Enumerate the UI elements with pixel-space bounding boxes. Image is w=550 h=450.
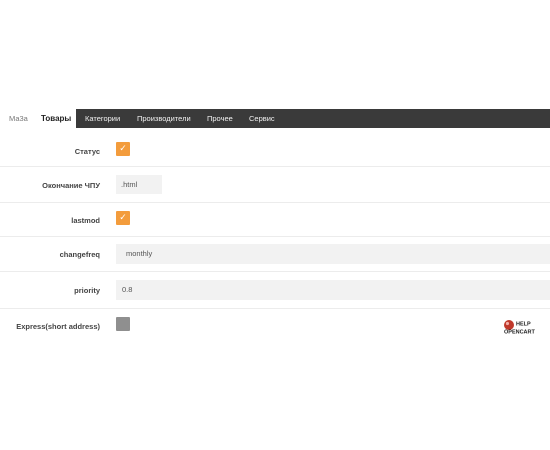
tab-service[interactable]: Сервис xyxy=(249,109,275,128)
help-opencart-logo: HELP OPENCART xyxy=(504,320,536,336)
lastmod-checkbox[interactable]: ✓ xyxy=(116,211,130,225)
lastmod-label: lastmod xyxy=(71,216,100,225)
tab-other[interactable]: Прочее xyxy=(207,109,233,128)
tab-main[interactable]: Ма3а xyxy=(0,109,35,128)
tab-categories[interactable]: Категории xyxy=(85,109,120,128)
form-row-seo-suffix: Окончание ЧПУ .html xyxy=(0,167,550,203)
status-checkbox[interactable]: ✓ xyxy=(116,142,130,156)
tab-manufacturers[interactable]: Производители xyxy=(137,109,191,128)
priority-input[interactable]: 0.8 xyxy=(116,280,550,300)
form-row-changefreq: changefreq monthly xyxy=(0,237,550,272)
form-row-status: Статус ✓ xyxy=(0,131,550,167)
tab-products[interactable]: Товары xyxy=(35,109,76,128)
seo-suffix-input[interactable]: .html xyxy=(116,175,162,194)
check-icon: ✓ xyxy=(119,213,127,223)
logo-ball-icon xyxy=(504,320,514,330)
tab-bar: Ма3а Товары Категории Производители Проч… xyxy=(0,109,550,128)
express-checkbox[interactable] xyxy=(116,317,130,331)
form-row-priority: priority 0.8 xyxy=(0,272,550,309)
seo-suffix-label: Окончание ЧПУ xyxy=(42,181,100,190)
form-row-express: Express(short address) xyxy=(0,309,550,343)
changefreq-label: changefreq xyxy=(59,250,100,259)
check-icon: ✓ xyxy=(119,144,127,154)
form-row-lastmod: lastmod ✓ xyxy=(0,203,550,237)
priority-label: priority xyxy=(74,286,100,295)
logo-line-1: HELP xyxy=(516,322,531,328)
status-label: Статус xyxy=(74,147,100,156)
changefreq-select[interactable]: monthly xyxy=(116,244,550,264)
logo-line-2: OPENCART xyxy=(504,330,536,336)
express-label: Express(short address) xyxy=(16,322,100,331)
